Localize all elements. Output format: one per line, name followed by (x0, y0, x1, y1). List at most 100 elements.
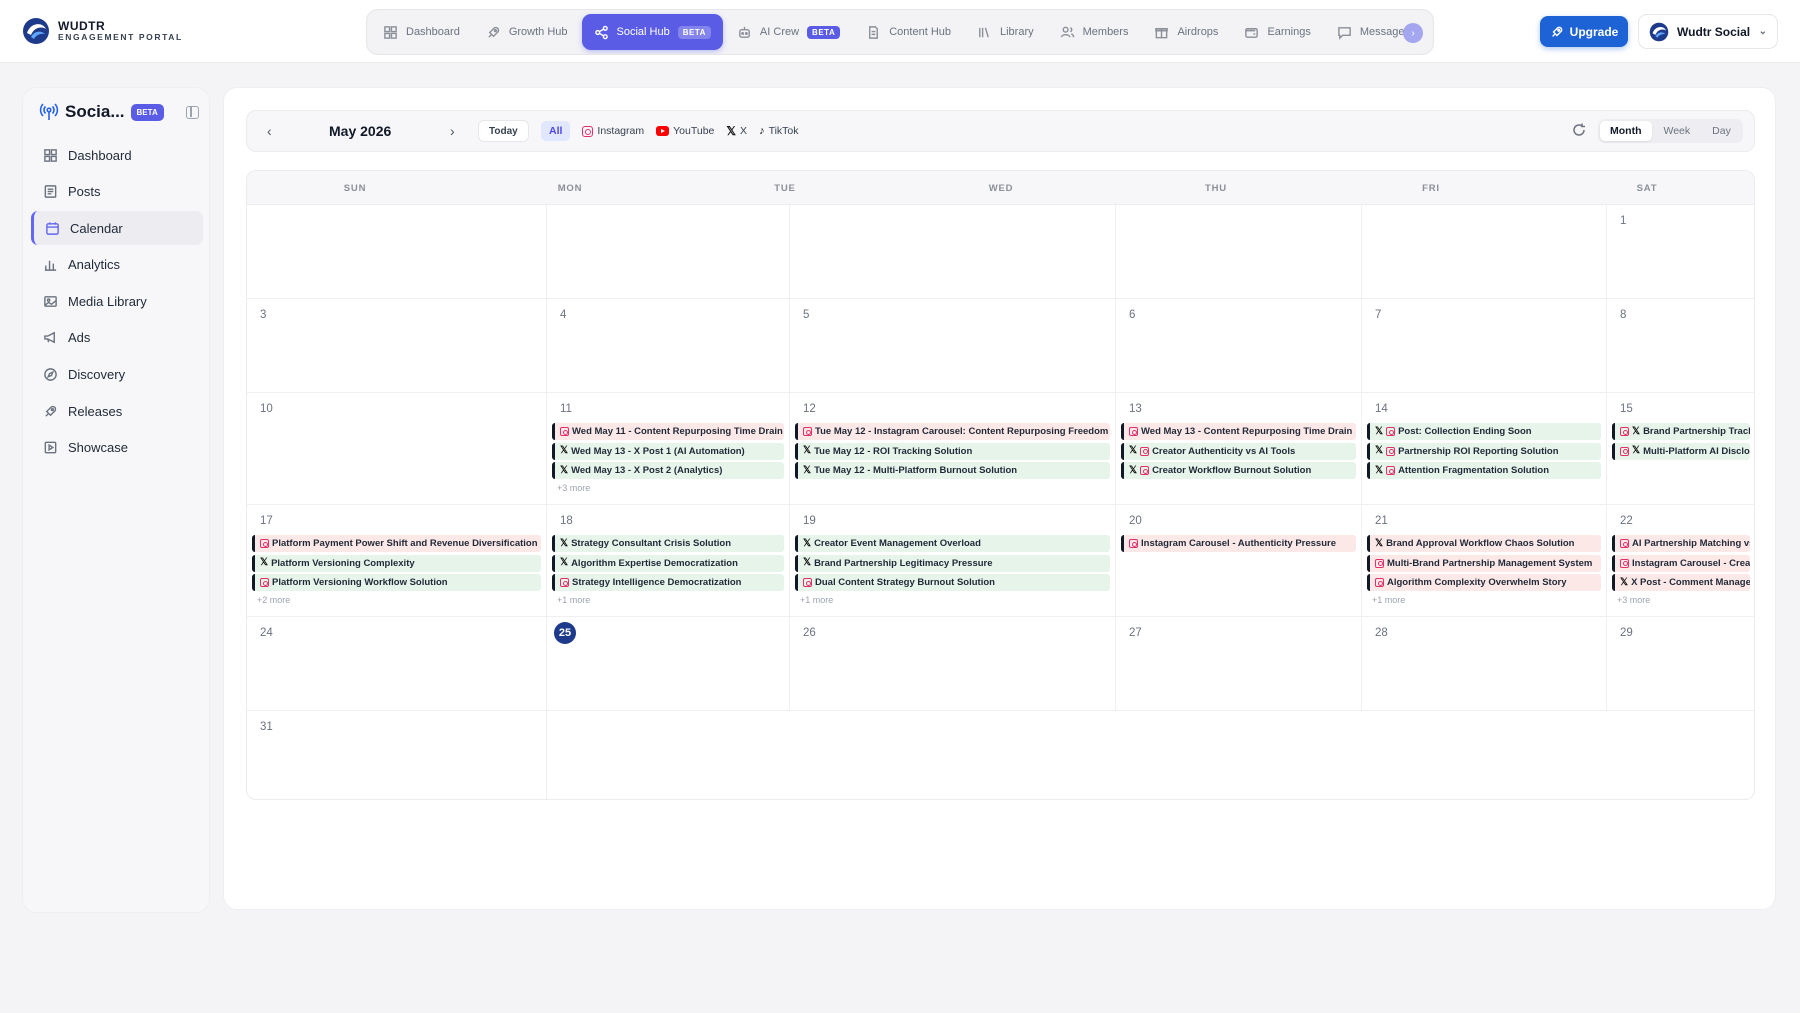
calendar-event[interactable]: 𝕏X Post - Comment Managem (1612, 574, 1750, 591)
nav-item-dashboard[interactable]: Dashboard (371, 14, 472, 50)
day-cell[interactable]: 31 (247, 711, 547, 799)
calendar-event[interactable]: 𝕏 Algorithm Expertise Democratization (552, 554, 784, 572)
sidebar-item-analytics[interactable]: Analytics (31, 248, 203, 282)
calendar-event[interactable]: Dual Content Strategy Burnout Solution (795, 574, 1110, 591)
view-day-button[interactable]: Day (1702, 121, 1741, 141)
day-cell[interactable]: 1 (1607, 205, 1754, 299)
day-cell[interactable]: 18 𝕏 Strategy Consultant Crisis Solution 𝕏 A… (547, 505, 790, 617)
day-cell[interactable]: 13 Wed May 13 - Content Repurposing Time … (1116, 393, 1362, 505)
calendar-event[interactable]: 𝕏 Wed May 13 - X Post 1 (AI Automation) (552, 442, 784, 460)
calendar-event[interactable]: 𝕏 Brand Partnership Legitimacy Pressure (795, 554, 1110, 572)
sidebar-item-releases[interactable]: Releases (31, 394, 203, 428)
sidebar-item-showcase[interactable]: Showcase (31, 431, 203, 465)
nav-item-members[interactable]: Members (1048, 14, 1141, 50)
day-cell[interactable] (790, 205, 1116, 299)
calendar-event[interactable]: 𝕏 Attention Fragmentation Solution (1367, 462, 1601, 479)
day-cell[interactable]: 8 (1607, 299, 1754, 393)
calendar-event[interactable]: 𝕏 Creator Workflow Burnout Solution (1121, 462, 1356, 479)
sidebar-item-dashboard[interactable]: Dashboard (31, 138, 203, 172)
calendar-event[interactable]: Platform Versioning Workflow Solution (252, 574, 541, 591)
today-button[interactable]: Today (478, 120, 529, 142)
calendar-event[interactable]: 𝕏 Brand Partnership Tracki (1612, 423, 1750, 440)
calendar-event[interactable]: Platform Payment Power Shift and Revenue… (252, 535, 541, 552)
calendar-event[interactable]: Instagram Carousel - Authenticity Pressu… (1121, 535, 1356, 552)
day-cell[interactable]: 4 (547, 299, 790, 393)
calendar-event[interactable]: 𝕏 Post: Collection Ending Soon (1367, 423, 1601, 440)
more-events-link[interactable]: +3 more (557, 483, 590, 493)
calendar-event[interactable]: 𝕏 Partnership ROI Reporting Solution (1367, 442, 1601, 460)
calendar-event[interactable]: 𝕏 Brand Approval Workflow Chaos Solution (1367, 535, 1601, 552)
chevron-left-icon[interactable]: ‹ (267, 123, 272, 139)
more-events-link[interactable]: +1 more (557, 595, 590, 605)
day-cell[interactable]: 12 Tue May 12 - Instagram Carousel: Conte… (790, 393, 1116, 505)
calendar-event[interactable]: 𝕏 Creator Authenticity vs AI Tools (1121, 442, 1356, 460)
day-cell[interactable]: 10 (247, 393, 547, 505)
calendar-event[interactable]: 𝕏 Platform Versioning Complexity (252, 554, 541, 572)
calendar-event[interactable]: 𝕏 Multi-Platform AI Disclos (1612, 442, 1750, 460)
day-cell[interactable]: 29 (1607, 617, 1754, 711)
calendar-event[interactable]: Wed May 13 - Content Repurposing Time Dr… (1121, 423, 1356, 440)
day-cell[interactable]: 6 (1116, 299, 1362, 393)
filter-all[interactable]: All (541, 121, 571, 141)
day-cell[interactable]: 17 Platform Payment Power Shift and Reven… (247, 505, 547, 617)
upgrade-button[interactable]: Upgrade (1540, 16, 1628, 47)
day-cell[interactable]: 21 𝕏 Brand Approval Workflow Chaos Solutio… (1362, 505, 1607, 617)
day-cell[interactable]: 5 (790, 299, 1116, 393)
view-week-button[interactable]: Week (1654, 121, 1701, 141)
day-cell[interactable]: 7 (1362, 299, 1607, 393)
day-cell[interactable]: 19 𝕏 Creator Event Management Overload 𝕏 Bra… (790, 505, 1116, 617)
day-cell[interactable]: 24 (247, 617, 547, 711)
calendar-event[interactable]: 𝕏 Tue May 12 - Multi-Platform Burnout Sol… (795, 462, 1110, 479)
more-events-link[interactable]: +1 more (1372, 595, 1405, 605)
day-cell[interactable]: 20 Instagram Carousel - Authenticity Pres… (1116, 505, 1362, 617)
calendar-event[interactable]: Tue May 12 - Instagram Carousel: Content… (795, 423, 1110, 440)
nav-item-airdrops[interactable]: Airdrops (1142, 14, 1230, 50)
nav-scroll-right-icon[interactable]: › (1403, 23, 1423, 43)
day-cell[interactable]: 11 Wed May 11 - Content Repurposing Time … (547, 393, 790, 505)
calendar-event[interactable]: Algorithm Complexity Overwhelm Story (1367, 574, 1601, 591)
account-menu[interactable]: Wudtr Social ⌄ (1638, 14, 1778, 49)
day-cell[interactable]: 26 (790, 617, 1116, 711)
day-cell[interactable]: 27 (1116, 617, 1362, 711)
sidebar-item-calendar[interactable]: Calendar (31, 211, 203, 246)
day-cell[interactable]: 15 𝕏 Brand Partnership Tracki 𝕏 Multi-Platfo… (1607, 393, 1754, 505)
nav-item-growth-hub[interactable]: Growth Hub (474, 14, 580, 50)
day-cell[interactable]: 3 (247, 299, 547, 393)
day-cell[interactable]: 25 (547, 617, 790, 711)
sidebar-item-ads[interactable]: Ads (31, 321, 203, 355)
calendar-event[interactable]: AI Partnership Matching vs (1612, 535, 1750, 552)
day-cell[interactable] (1362, 205, 1607, 299)
calendar-event[interactable]: Multi-Brand Partnership Management Syste… (1367, 554, 1601, 572)
calendar-event[interactable]: Strategy Intelligence Democratization (552, 574, 784, 591)
sidebar-item-posts[interactable]: Posts (31, 175, 203, 209)
sidebar-collapse-icon[interactable] (186, 105, 199, 119)
sidebar-item-discovery[interactable]: Discovery (31, 358, 203, 392)
refresh-icon[interactable] (1571, 122, 1587, 138)
day-cell[interactable]: 14 𝕏 Post: Collection Ending Soon 𝕏 Partners… (1362, 393, 1607, 505)
more-events-link[interactable]: +1 more (800, 595, 833, 605)
filter-youtube[interactable]: YouTube (656, 121, 714, 141)
nav-item-library[interactable]: Library (965, 14, 1046, 50)
nav-item-content-hub[interactable]: Content Hub (854, 14, 963, 50)
nav-item-earnings[interactable]: Earnings (1232, 14, 1322, 50)
filter-tiktok[interactable]: ♪ TikTok (759, 121, 798, 141)
calendar-event[interactable]: 𝕏 Strategy Consultant Crisis Solution (552, 535, 784, 552)
brand-logo[interactable]: WUDTR ENGAGEMENT PORTAL (22, 17, 183, 45)
filter-x[interactable]: 𝕏X (726, 121, 747, 141)
day-cell[interactable] (1116, 205, 1362, 299)
calendar-event[interactable]: Instagram Carousel - Creat (1612, 554, 1750, 572)
calendar-event[interactable]: 𝕏 Tue May 12 - ROI Tracking Solution (795, 442, 1110, 460)
more-events-link[interactable]: +2 more (257, 595, 290, 605)
view-month-button[interactable]: Month (1600, 121, 1652, 141)
day-cell[interactable] (547, 205, 790, 299)
day-cell[interactable]: 22 AI Partnership Matching vs Instagram Ca… (1607, 505, 1754, 617)
nav-item-social-hub[interactable]: Social Hub BETA (581, 14, 723, 50)
nav-item-ai-crew[interactable]: AI Crew BETA (725, 14, 852, 50)
calendar-event[interactable]: 𝕏 Creator Event Management Overload (795, 535, 1110, 552)
day-cell[interactable]: 28 (1362, 617, 1607, 711)
calendar-event[interactable]: 𝕏 Wed May 13 - X Post 2 (Analytics) (552, 462, 784, 479)
sidebar-item-media-library[interactable]: Media Library (31, 284, 203, 318)
chevron-right-icon[interactable]: › (450, 123, 455, 139)
calendar-event[interactable]: Wed May 11 - Content Repurposing Time Dr… (552, 423, 784, 440)
more-events-link[interactable]: +3 more (1617, 595, 1650, 605)
